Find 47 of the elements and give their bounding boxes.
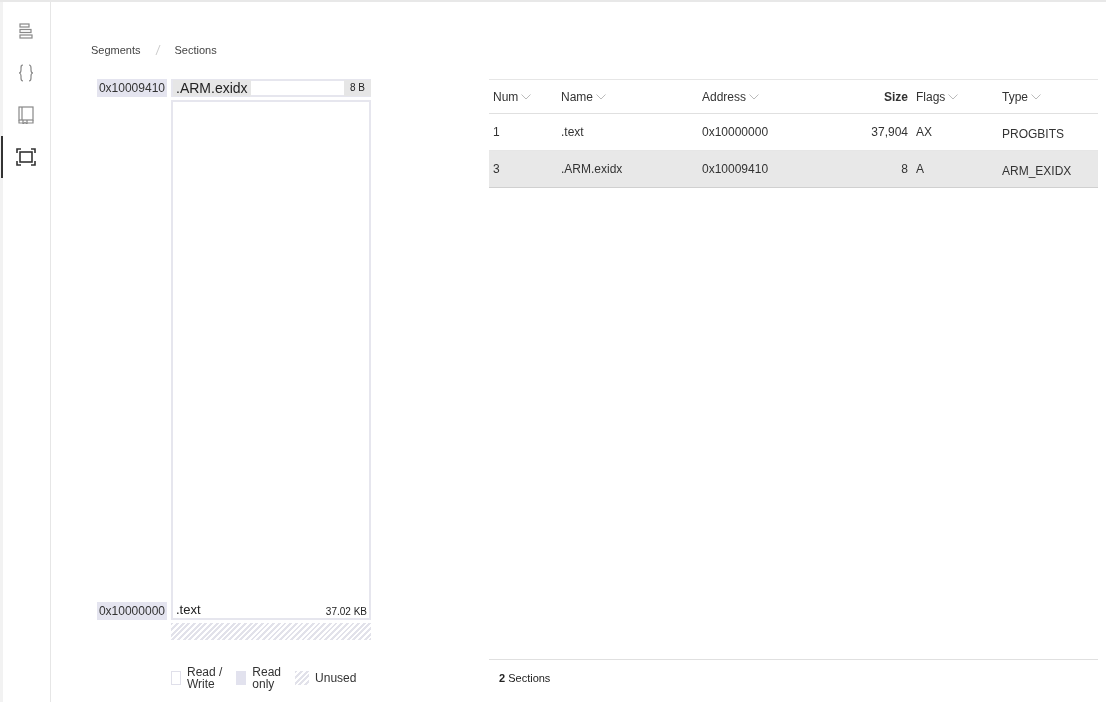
table-cell: 37,904 <box>856 113 912 151</box>
legend-label: Read / Write <box>187 666 223 690</box>
table-cell: .text <box>557 113 698 151</box>
chevron-down-icon <box>948 94 959 101</box>
chevron-down-icon <box>596 94 606 101</box>
table-cell: AX <box>912 113 998 151</box>
section-size: 8 B <box>344 80 371 96</box>
table-cell: PROGBITS <box>998 113 1098 151</box>
table-cell: A <box>912 150 998 188</box>
legend-swatch <box>171 671 181 685</box>
column-header[interactable]: Size <box>856 79 912 114</box>
section-block[interactable]: .text 37.02 KB <box>171 100 371 620</box>
table-cell: 8 <box>856 150 912 188</box>
column-header[interactable]: Flags <box>912 79 998 114</box>
table-cell: 0x10000000 <box>698 113 856 151</box>
breadcrumb-link[interactable]: Sections <box>174 43 217 56</box>
table-cell: 3 <box>489 150 557 188</box>
book-icon <box>18 106 34 124</box>
section-count: 2 Sections <box>499 672 551 684</box>
table-cell: ARM_EXIDX <box>998 150 1098 188</box>
breadcrumb-separator <box>154 43 161 56</box>
address-label: 0x10000000 <box>97 602 167 620</box>
column-header[interactable]: Name <box>557 79 698 114</box>
table-row[interactable]: 3 .ARM.exidx 0x10009410 8 A ARM_EXIDX <box>489 150 1098 188</box>
breadcrumb-link[interactable]: Segments <box>91 43 141 56</box>
section-name: .ARM.exidx <box>173 80 251 96</box>
section-size: 37.02 KB <box>325 606 367 617</box>
list-icon <box>19 23 33 39</box>
column-header[interactable]: Type <box>998 79 1098 114</box>
chevron-down-icon <box>1031 94 1041 101</box>
section-block[interactable]: .ARM.exidx 8 B <box>171 79 371 97</box>
legend-label: Read only <box>252 666 282 690</box>
address-label: 0x10009410 <box>97 79 167 97</box>
section-name: .text <box>176 602 201 617</box>
legend-swatch <box>236 671 247 685</box>
chevron-down-icon <box>749 94 760 101</box>
legend-label: Unused <box>315 672 357 684</box>
column-header[interactable]: Num <box>489 79 557 114</box>
table-row[interactable]: 1 .text 0x10000000 37,904 AX PROGBITS <box>489 113 1098 151</box>
table-cell: 1 <box>489 113 557 151</box>
column-header[interactable]: Address <box>698 79 856 114</box>
frame-icon <box>16 148 36 166</box>
table-cell: .ARM.exidx <box>557 150 698 188</box>
braces-icon <box>17 64 35 82</box>
chevron-down-icon <box>521 94 532 101</box>
table-cell: 0x10009410 <box>698 150 856 188</box>
legend-swatch <box>295 671 310 685</box>
